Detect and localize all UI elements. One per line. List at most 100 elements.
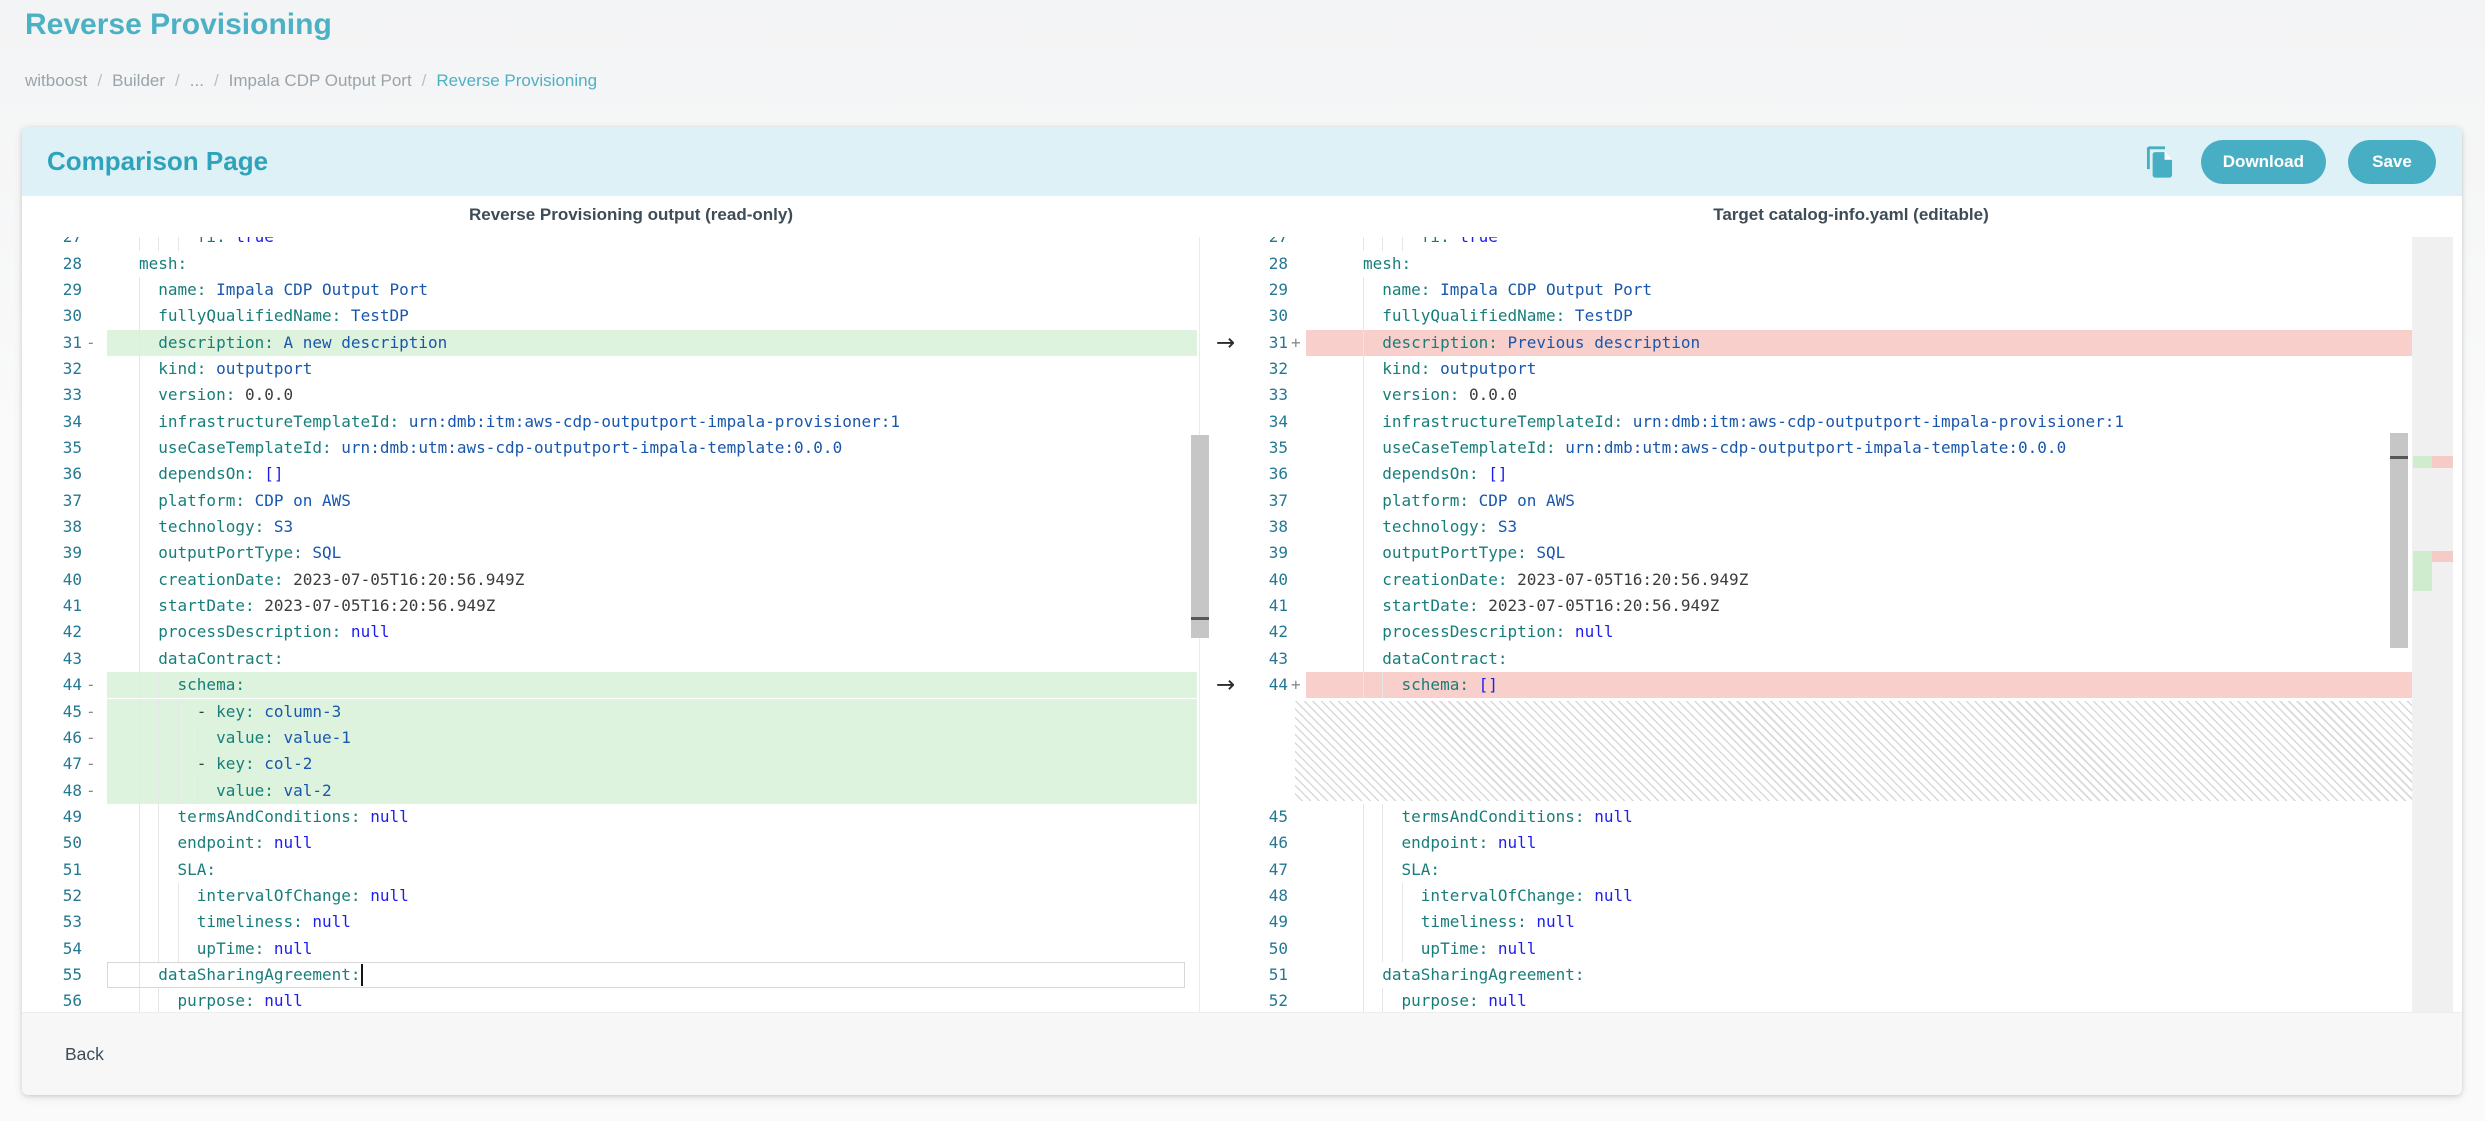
left-vertical-scrollbar[interactable] [1191,435,1209,638]
line-number: 33 [1258,382,1288,408]
download-button[interactable]: Download [2201,140,2326,184]
code-line[interactable]: 51 SLA: [22,857,1210,883]
code-line[interactable]: 52 intervalOfChange: null [22,883,1210,909]
code-text: dependsOn: [] [1363,461,1508,487]
code-line[interactable]: 30 fullyQualifiedName: TestDP [1258,303,2412,329]
code-line[interactable]: 46 endpoint: null [1258,830,2412,856]
line-number: 38 [22,514,82,540]
code-line[interactable]: 33 version: 0.0.0 [22,382,1210,408]
right-editor-pane[interactable]: 27 fi: true28mesh:29 name: Impala CDP Ou… [1258,237,2412,1012]
card-title: Comparison Page [47,127,268,196]
code-line[interactable]: 36 dependsOn: [] [1258,461,2412,487]
code-line[interactable]: 50 endpoint: null [22,830,1210,856]
scrollbar-marker [2390,456,2408,459]
code-line[interactable]: 50 upTime: null [1258,936,2412,962]
code-line[interactable]: 28mesh: [22,251,1210,277]
code-line[interactable]: 28mesh: [1258,251,2412,277]
code-line[interactable]: 43 dataContract: [1258,646,2412,672]
code-line[interactable]: 45- - key: column-3 [22,699,1210,725]
code-line[interactable]: 56 purpose: null [22,988,1210,1012]
line-removed-sign: - [86,725,96,751]
code-text: schema: [] [1363,672,1498,698]
code-text: purpose: null [1363,988,1527,1012]
code-line[interactable]: 39 outputPortType: SQL [1258,540,2412,566]
right-vertical-scrollbar[interactable] [2390,433,2408,648]
code-text: description: Previous description [1363,330,1700,356]
line-number: 27 [1258,237,1288,251]
code-line[interactable]: 27 fi: true [1258,237,2412,251]
code-line[interactable]: 52 purpose: null [1258,988,2412,1012]
breadcrumb-item[interactable]: ... [190,71,204,90]
code-line[interactable]: 54 upTime: null [22,936,1210,962]
line-number: 30 [22,303,82,329]
line-number: 42 [22,619,82,645]
breadcrumb-item[interactable]: Builder [112,71,165,90]
code-line[interactable]: 34 infrastructureTemplateId: urn:dmb:itm… [22,409,1210,435]
code-line[interactable]: 47- - key: col-2 [22,751,1210,777]
line-number: 48 [22,778,82,804]
code-line[interactable]: 41 startDate: 2023-07-05T16:20:56.949Z [22,593,1210,619]
code-text: timeliness: null [1363,909,1575,935]
code-line[interactable]: 53 timeliness: null [22,909,1210,935]
code-line[interactable]: 49 timeliness: null [1258,909,2412,935]
line-number: 48 [1258,883,1288,909]
left-pane-header: Reverse Provisioning output (read-only) [22,196,1240,237]
pane-headers: Reverse Provisioning output (read-only) … [22,196,2462,237]
code-line[interactable]: 30 fullyQualifiedName: TestDP [22,303,1210,329]
code-line[interactable]: 40 creationDate: 2023-07-05T16:20:56.949… [22,567,1210,593]
code-line[interactable]: 34 infrastructureTemplateId: urn:dmb:itm… [1258,409,2412,435]
code-line[interactable]: 44+ schema: [] [1258,672,2412,698]
breadcrumb-item[interactable]: witboost [25,71,87,90]
code-text: upTime: null [139,936,312,962]
save-button[interactable]: Save [2348,140,2436,184]
line-number: 35 [1258,435,1288,461]
code-line[interactable]: 35 useCaseTemplateId: urn:dmb:utm:aws-cd… [22,435,1210,461]
code-line[interactable]: 41 startDate: 2023-07-05T16:20:56.949Z [1258,593,2412,619]
code-line[interactable]: 31+ description: Previous description [1258,330,2412,356]
revert-change-arrow-icon[interactable]: → [1216,330,1235,356]
code-line[interactable]: 43 dataContract: [22,646,1210,672]
code-line[interactable]: 29 name: Impala CDP Output Port [1258,277,2412,303]
code-line[interactable]: 48- value: val-2 [22,778,1210,804]
code-line[interactable]: 36 dependsOn: [] [22,461,1210,487]
code-line[interactable]: 37 platform: CDP on AWS [22,488,1210,514]
breadcrumb-separator: / [422,71,427,90]
code-line[interactable]: 37 platform: CDP on AWS [1258,488,2412,514]
code-line[interactable]: 55 dataSharingAgreement: [22,962,1210,988]
back-button[interactable]: Back [65,1013,104,1096]
line-number: 56 [22,988,82,1012]
line-number: 33 [22,382,82,408]
code-line[interactable]: 45 termsAndConditions: null [1258,804,2412,830]
left-editor-pane[interactable]: 27 fi: true28mesh:29 name: Impala CDP Ou… [22,237,1210,1012]
code-line[interactable]: 46- value: value-1 [22,725,1210,751]
code-line[interactable]: 27 fi: true [22,237,1210,251]
code-text: creationDate: 2023-07-05T16:20:56.949Z [1363,567,1748,593]
code-line[interactable]: 32 kind: outputport [1258,356,2412,382]
code-line[interactable]: 35 useCaseTemplateId: urn:dmb:utm:aws-cd… [1258,435,2412,461]
line-number: 27 [22,237,82,251]
line-added-sign: + [1291,330,1301,356]
copy-file-icon[interactable] [2141,143,2179,181]
code-line[interactable]: 31- description: A new description [22,330,1210,356]
code-line[interactable]: 29 name: Impala CDP Output Port [22,277,1210,303]
line-added-sign: + [1291,672,1301,698]
code-line[interactable]: 38 technology: S3 [22,514,1210,540]
code-line[interactable]: 48 intervalOfChange: null [1258,883,2412,909]
line-number: 30 [1258,303,1288,329]
code-line[interactable]: 49 termsAndConditions: null [22,804,1210,830]
code-line[interactable]: 42 processDescription: null [22,619,1210,645]
revert-change-arrow-icon[interactable]: → [1216,672,1235,698]
code-line[interactable]: 39 outputPortType: SQL [22,540,1210,566]
code-line[interactable]: 33 version: 0.0.0 [1258,382,2412,408]
code-line[interactable]: 40 creationDate: 2023-07-05T16:20:56.949… [1258,567,2412,593]
code-line[interactable]: 51 dataSharingAgreement: [1258,962,2412,988]
code-line[interactable]: 44- schema: [22,672,1210,698]
line-number: 37 [1258,488,1288,514]
code-line[interactable]: 42 processDescription: null [1258,619,2412,645]
code-line[interactable]: 32 kind: outputport [22,356,1210,382]
code-line[interactable]: 47 SLA: [1258,857,2412,883]
breadcrumb-item[interactable]: Impala CDP Output Port [229,71,412,90]
line-number: 40 [1258,567,1288,593]
code-text: value: value-1 [139,725,351,751]
code-line[interactable]: 38 technology: S3 [1258,514,2412,540]
